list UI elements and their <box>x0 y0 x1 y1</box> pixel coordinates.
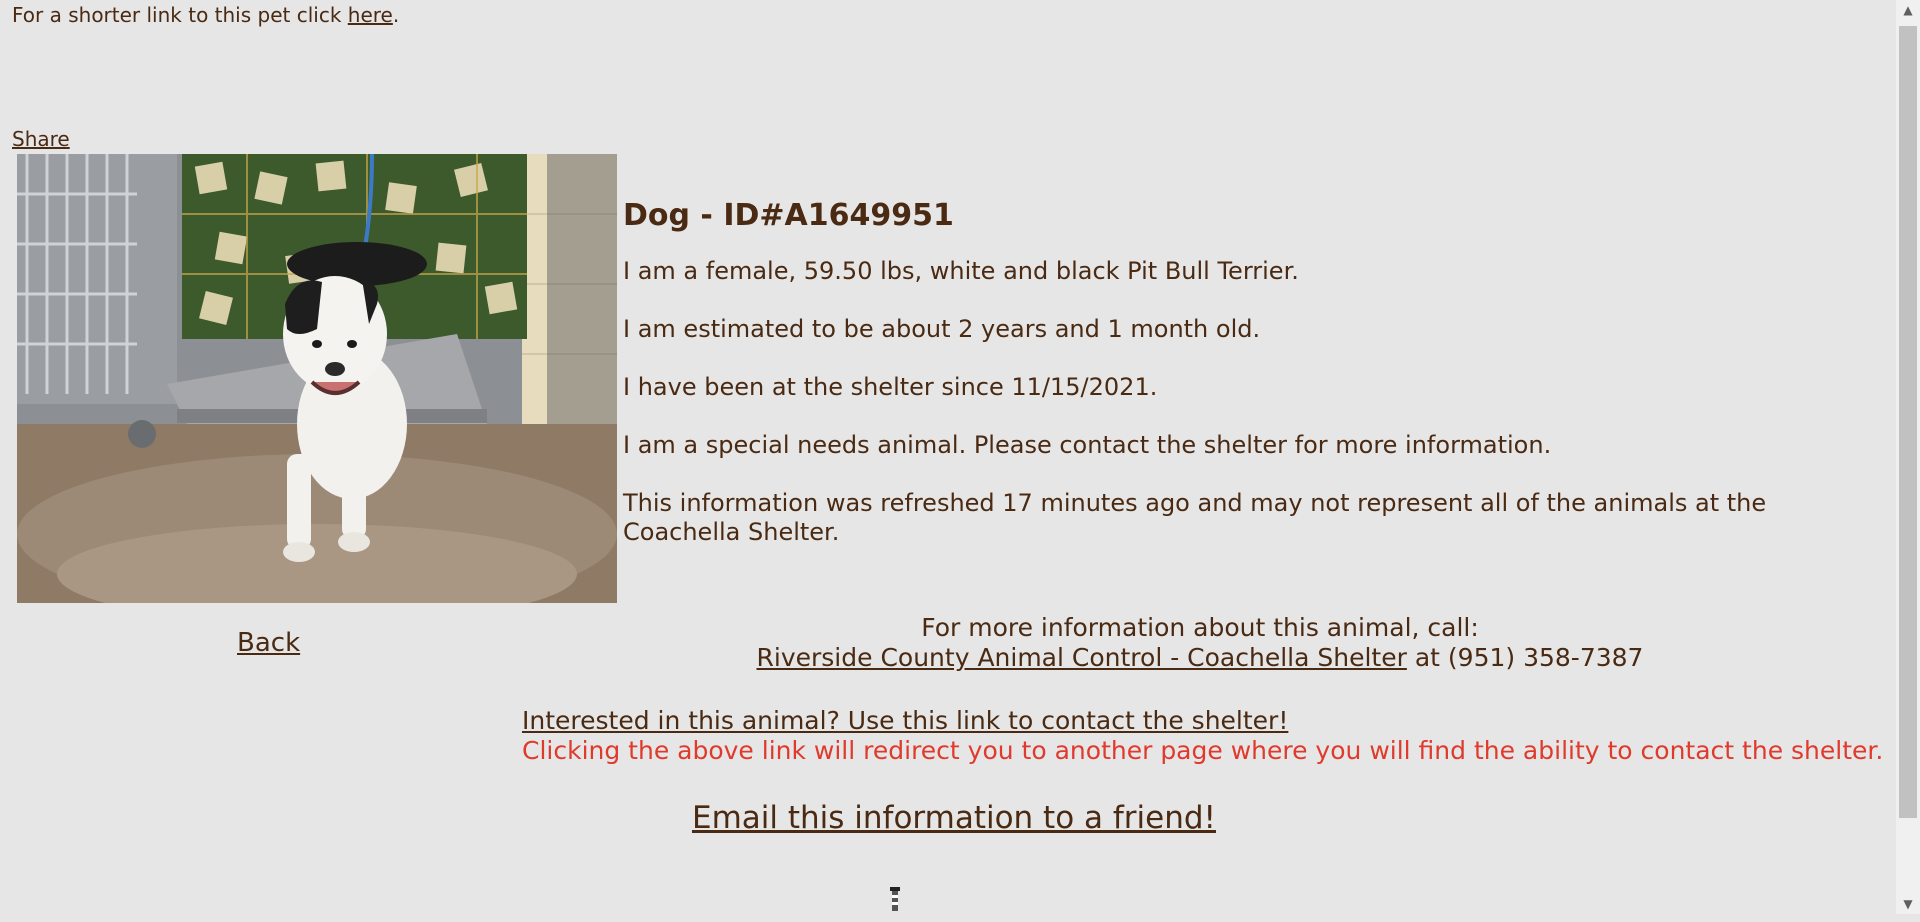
shelter-phone: (951) 358-7387 <box>1447 643 1644 672</box>
pet-heading: Dog - ID#A1649951 <box>623 198 954 233</box>
pet-description: I am a female, 59.50 lbs, white and blac… <box>623 257 1299 285</box>
email-friend-link[interactable]: Email this information to a friend! <box>692 798 1216 838</box>
scroll-up-arrow-icon[interactable]: ▲ <box>1896 0 1920 20</box>
scroll-down-arrow-icon[interactable]: ▼ <box>1896 894 1920 914</box>
pet-age: I am estimated to be about 2 years and 1… <box>623 315 1261 343</box>
shorter-link-suffix: . <box>392 3 400 27</box>
pet-info: Dog - ID#A1649951 I am a female, 59.50 l… <box>623 196 1843 576</box>
shelter-link[interactable]: Riverside County Animal Control - Coache… <box>757 643 1407 672</box>
shelter-phone-line: Riverside County Animal Control - Coache… <box>620 643 1780 673</box>
scrollbar-thumb[interactable] <box>1899 26 1917 818</box>
pet-special-needs: I am a special needs animal. Please cont… <box>623 431 1552 459</box>
shorter-link-here[interactable]: here <box>348 3 393 27</box>
pet-photo <box>17 154 617 603</box>
pet-intake-date: I have been at the shelter since 11/15/2… <box>623 373 1158 401</box>
lighthouse-icon <box>885 885 905 914</box>
interest-section: Interested in this animal? Use this link… <box>522 706 1883 766</box>
share-link[interactable]: Share <box>12 127 70 151</box>
phone-prefix: at <box>1414 643 1440 672</box>
vertical-scrollbar[interactable]: ▲ ▼ <box>1896 0 1920 914</box>
shorter-link-prefix: For a shorter link to this pet click <box>12 3 342 27</box>
contact-info: For more information about this animal, … <box>620 613 1780 673</box>
redirect-note: Clicking the above link will redirect yo… <box>522 736 1884 765</box>
back-link[interactable]: Back <box>237 627 300 659</box>
contact-shelter-link[interactable]: Interested in this animal? Use this link… <box>522 706 1288 735</box>
call-text: For more information about this animal, … <box>921 613 1479 642</box>
refresh-note: This information was refreshed 17 minute… <box>623 489 1767 546</box>
shorter-link-line: For a shorter link to this pet click her… <box>12 3 399 27</box>
